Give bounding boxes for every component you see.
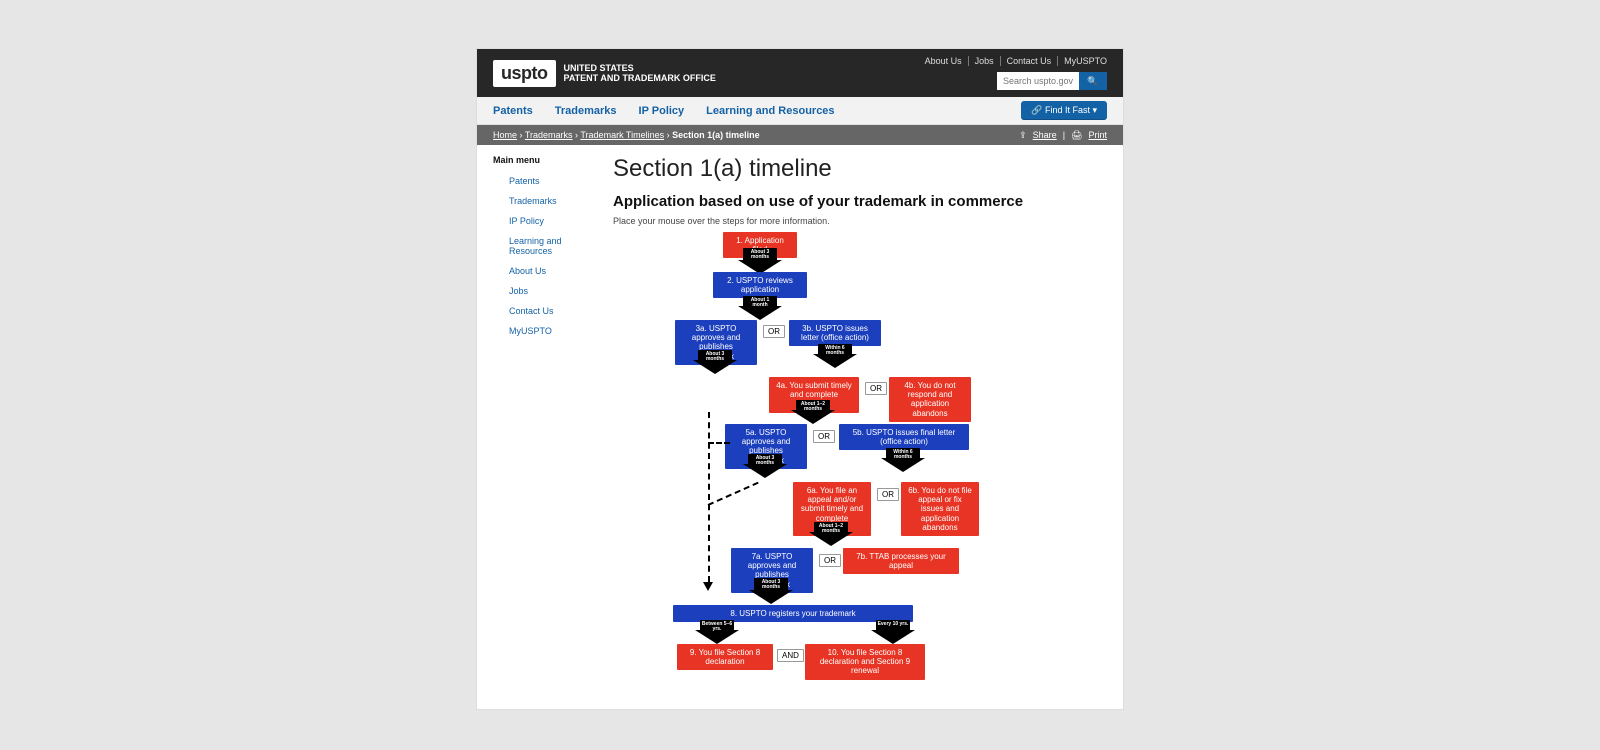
nav-learning[interactable]: Learning and Resources — [706, 105, 834, 117]
arrow-3a-label: About 3 months — [698, 352, 732, 363]
or-3: OR — [763, 325, 785, 338]
page-title: Section 1(a) timeline — [613, 155, 1107, 183]
arrow-2-3-label: About 1 month — [743, 298, 777, 309]
step-2[interactable]: 2. USPTO reviews application — [713, 272, 807, 298]
link-myuspto[interactable]: MyUSPTO — [1064, 56, 1107, 66]
dashed-diag — [708, 482, 759, 506]
sidebar-item-jobs[interactable]: Jobs — [493, 281, 603, 301]
search-button[interactable]: 🔍 — [1079, 72, 1107, 90]
nav-patents[interactable]: Patents — [493, 105, 533, 117]
find-it-fast-label: Find It Fast — [1045, 105, 1090, 115]
logo-text: UNITED STATES PATENT AND TRADEMARK OFFIC… — [564, 63, 716, 84]
or-7: OR — [819, 554, 841, 567]
dashed-connector — [708, 412, 710, 582]
sidebar-item-patents[interactable]: Patents — [493, 171, 603, 191]
timeline-flowchart: 1. Application filed About 3 months 2. U… — [613, 232, 1033, 692]
nav-ip-policy[interactable]: IP Policy — [639, 105, 685, 117]
arrow-5a-down: About 3 months — [743, 454, 787, 478]
arrow-2-3: About 1 month — [738, 296, 782, 320]
site-header: uspto UNITED STATES PATENT AND TRADEMARK… — [477, 49, 1123, 97]
arrow-3a-down: About 3 months — [693, 350, 737, 374]
sidebar-item-trademarks[interactable]: Trademarks — [493, 191, 603, 211]
uspto-logo[interactable]: uspto UNITED STATES PATENT AND TRADEMARK… — [493, 60, 716, 87]
sidebar-item-contact[interactable]: Contact Us — [493, 301, 603, 321]
sidebar-item-myuspto[interactable]: MyUSPTO — [493, 321, 603, 341]
arrow-4-label: About 1–2 months — [796, 402, 830, 413]
and-9-10: AND — [777, 649, 804, 662]
logo-line1: UNITED STATES — [564, 63, 716, 73]
hint-text: Place your mouse over the steps for more… — [613, 216, 1107, 226]
header-right: About Us Jobs Contact Us MyUSPTO 🔍 — [925, 56, 1107, 90]
sidebar-item-ip-policy[interactable]: IP Policy — [493, 211, 603, 231]
arrow-1-2: About 3 months — [738, 248, 782, 274]
nav-trademarks[interactable]: Trademarks — [555, 105, 617, 117]
dashed-arrow-tip — [703, 582, 713, 591]
chevron-down-icon: ▾ — [1090, 105, 1097, 115]
step-10[interactable]: 10. You file Section 8 declaration and S… — [805, 644, 925, 680]
or-6: OR — [877, 488, 899, 501]
crumb-home[interactable]: Home — [493, 130, 517, 140]
primary-nav: Patents Trademarks IP Policy Learning an… — [477, 97, 1123, 125]
arrow-4-5: About 1–2 months — [791, 400, 835, 424]
browser-viewport: uspto UNITED STATES PATENT AND TRADEMARK… — [477, 49, 1123, 709]
print-link[interactable]: Print — [1088, 130, 1107, 140]
search-form: 🔍 — [997, 72, 1107, 90]
sidebar: Main menu Patents Trademarks IP Policy L… — [493, 155, 603, 692]
crumb-current: Section 1(a) timeline — [672, 130, 760, 140]
search-icon: 🔍 — [1087, 76, 1098, 86]
breadcrumb-bar: Home › Trademarks › Trademark Timelines … — [477, 125, 1123, 145]
header-utility-links: About Us Jobs Contact Us MyUSPTO — [925, 56, 1107, 66]
sidebar-item-learning[interactable]: Learning and Resources — [493, 231, 603, 261]
arrow-6-7: About 1–2 months — [809, 522, 853, 546]
arrow-5b-down: Within 6 months — [881, 448, 925, 472]
link-about-us[interactable]: About Us — [925, 56, 969, 66]
separator: | — [1063, 130, 1065, 140]
arrow-6-label: About 1–2 months — [814, 524, 848, 535]
arrow-5a-label: About 3 months — [748, 456, 782, 467]
link-contact-us[interactable]: Contact Us — [1007, 56, 1059, 66]
nav-links: Patents Trademarks IP Policy Learning an… — [493, 105, 835, 117]
arrow-8-9: Between 5–6 yrs. — [695, 620, 739, 644]
step-5b[interactable]: 5b. USPTO issues final letter (office ac… — [839, 424, 969, 450]
search-input[interactable] — [997, 72, 1079, 90]
print-icon: 🖨 — [1071, 130, 1082, 141]
arrow-7-8: About 3 months — [749, 578, 793, 604]
arrow-5b-label: Within 6 months — [886, 450, 920, 461]
dashed-h-5a — [708, 442, 730, 444]
or-5: OR — [813, 430, 835, 443]
arrow-8-10: Every 10 yrs. — [871, 620, 915, 644]
crumb-trademarks[interactable]: Trademarks — [525, 130, 573, 140]
crumb-timelines[interactable]: Trademark Timelines — [580, 130, 664, 140]
link-icon: 🔗 — [1031, 105, 1045, 115]
arrow-3b-label: Within 6 months — [818, 346, 852, 357]
page-tools: ⇪ Share | 🖨 Print — [1019, 130, 1107, 141]
step-9[interactable]: 9. You file Section 8 declaration — [677, 644, 773, 670]
step-6b[interactable]: 6b. You do not file appeal or fix issues… — [901, 482, 979, 536]
breadcrumb: Home › Trademarks › Trademark Timelines … — [493, 130, 760, 140]
content-row: Main menu Patents Trademarks IP Policy L… — [477, 145, 1123, 702]
logo-mark: uspto — [493, 60, 556, 87]
find-it-fast-button[interactable]: 🔗 Find It Fast ▾ — [1021, 101, 1107, 120]
arrow-3b-down: Within 6 months — [813, 344, 857, 368]
step-4b[interactable]: 4b. You do not respond and application a… — [889, 377, 971, 422]
step-3b[interactable]: 3b. USPTO issues letter (office action) — [789, 320, 881, 346]
arrow-8-9-label: Between 5–6 yrs. — [700, 622, 734, 633]
or-4: OR — [865, 382, 887, 395]
link-jobs[interactable]: Jobs — [975, 56, 1001, 66]
step-7b[interactable]: 7b. TTAB processes your appeal — [843, 548, 959, 574]
page-subtitle: Application based on use of your tradema… — [613, 193, 1107, 210]
main-content: Section 1(a) timeline Application based … — [603, 155, 1107, 692]
share-icon: ⇪ — [1019, 130, 1027, 141]
sidebar-title: Main menu — [493, 155, 603, 165]
arrow-7-label: About 3 months — [754, 580, 788, 591]
share-link[interactable]: Share — [1033, 130, 1057, 140]
arrow-1-2-label: About 3 months — [743, 250, 777, 261]
sidebar-item-about[interactable]: About Us — [493, 261, 603, 281]
arrow-8-10-label: Every 10 yrs. — [876, 622, 910, 627]
logo-line2: PATENT AND TRADEMARK OFFICE — [564, 73, 716, 83]
